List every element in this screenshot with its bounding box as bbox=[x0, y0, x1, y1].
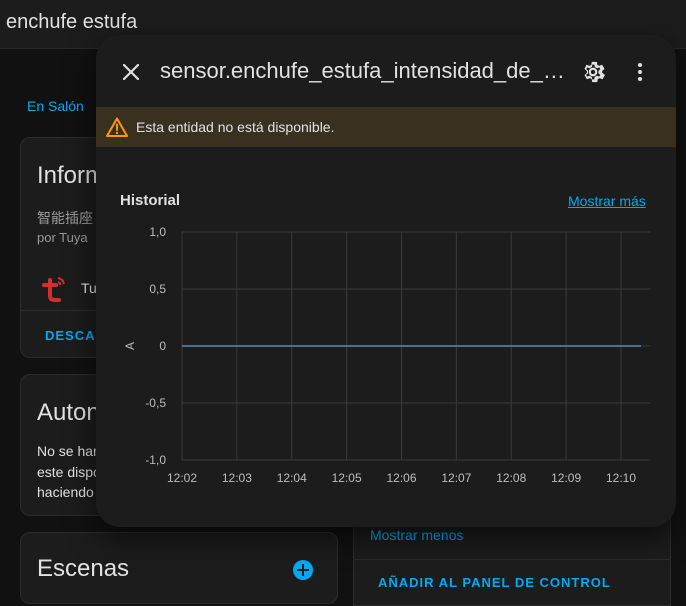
card-title: Escenas bbox=[37, 555, 130, 582]
card-title: Inform bbox=[37, 162, 106, 189]
card-title: Auton bbox=[37, 399, 100, 426]
x-tick-label: 12:06 bbox=[386, 471, 416, 485]
y-tick-label: 0 bbox=[159, 339, 166, 353]
device-model: 智能插座 bbox=[37, 210, 93, 226]
x-tick-label: 12:05 bbox=[332, 471, 362, 485]
warning-text: Esta entidad no está disponible. bbox=[136, 119, 335, 135]
x-tick-label: 12:04 bbox=[277, 471, 307, 485]
scenes-card: Escenas bbox=[20, 532, 338, 604]
x-tick-label: 12:07 bbox=[441, 471, 471, 485]
warning-icon bbox=[106, 117, 128, 137]
area-link[interactable]: En Salón bbox=[27, 98, 84, 114]
x-tick-label: 12:03 bbox=[222, 471, 252, 485]
show-less-link[interactable]: Mostrar menos bbox=[370, 527, 463, 543]
unavailable-warning: Esta entidad no está disponible. bbox=[96, 107, 676, 147]
add-to-dashboard-button[interactable]: AÑADIR AL PANEL DE CONTROL bbox=[378, 575, 611, 590]
page-title: enchufe estufa bbox=[6, 11, 138, 33]
close-icon[interactable] bbox=[118, 59, 144, 85]
y-tick-label: -0,5 bbox=[145, 396, 166, 410]
divider bbox=[354, 559, 670, 560]
x-tick-label: 12:02 bbox=[167, 471, 197, 485]
device-manufacturer: por Tuya bbox=[37, 230, 88, 245]
y-tick-label: 0,5 bbox=[149, 282, 166, 296]
y-tick-label: 1,0 bbox=[149, 225, 166, 239]
x-tick-label: 12:08 bbox=[496, 471, 526, 485]
tuya-logo-icon bbox=[42, 277, 65, 302]
integration-name[interactable]: Tu bbox=[81, 280, 97, 296]
gear-icon[interactable] bbox=[580, 59, 606, 85]
more-vertical-icon[interactable] bbox=[628, 59, 652, 85]
add-scene-button[interactable] bbox=[293, 560, 313, 580]
dialog-title: sensor.enchufe_estufa_intensidad_de_corr… bbox=[160, 58, 568, 83]
x-tick-label: 12:09 bbox=[551, 471, 581, 485]
history-chart: -1,0 -0,5 0 0,5 1,0 12:02 12:03 12:04 12:05 12:06… bbox=[123, 225, 651, 485]
show-more-link[interactable]: Mostrar más bbox=[568, 193, 646, 209]
y-tick-label: -1,0 bbox=[145, 453, 166, 467]
y-axis-label: A bbox=[123, 342, 137, 350]
x-tick-label: 12:10 bbox=[606, 471, 636, 485]
more-info-dialog: sensor.enchufe_estufa_intensidad_de_corr… bbox=[96, 35, 676, 527]
history-title: Historial bbox=[120, 192, 181, 209]
